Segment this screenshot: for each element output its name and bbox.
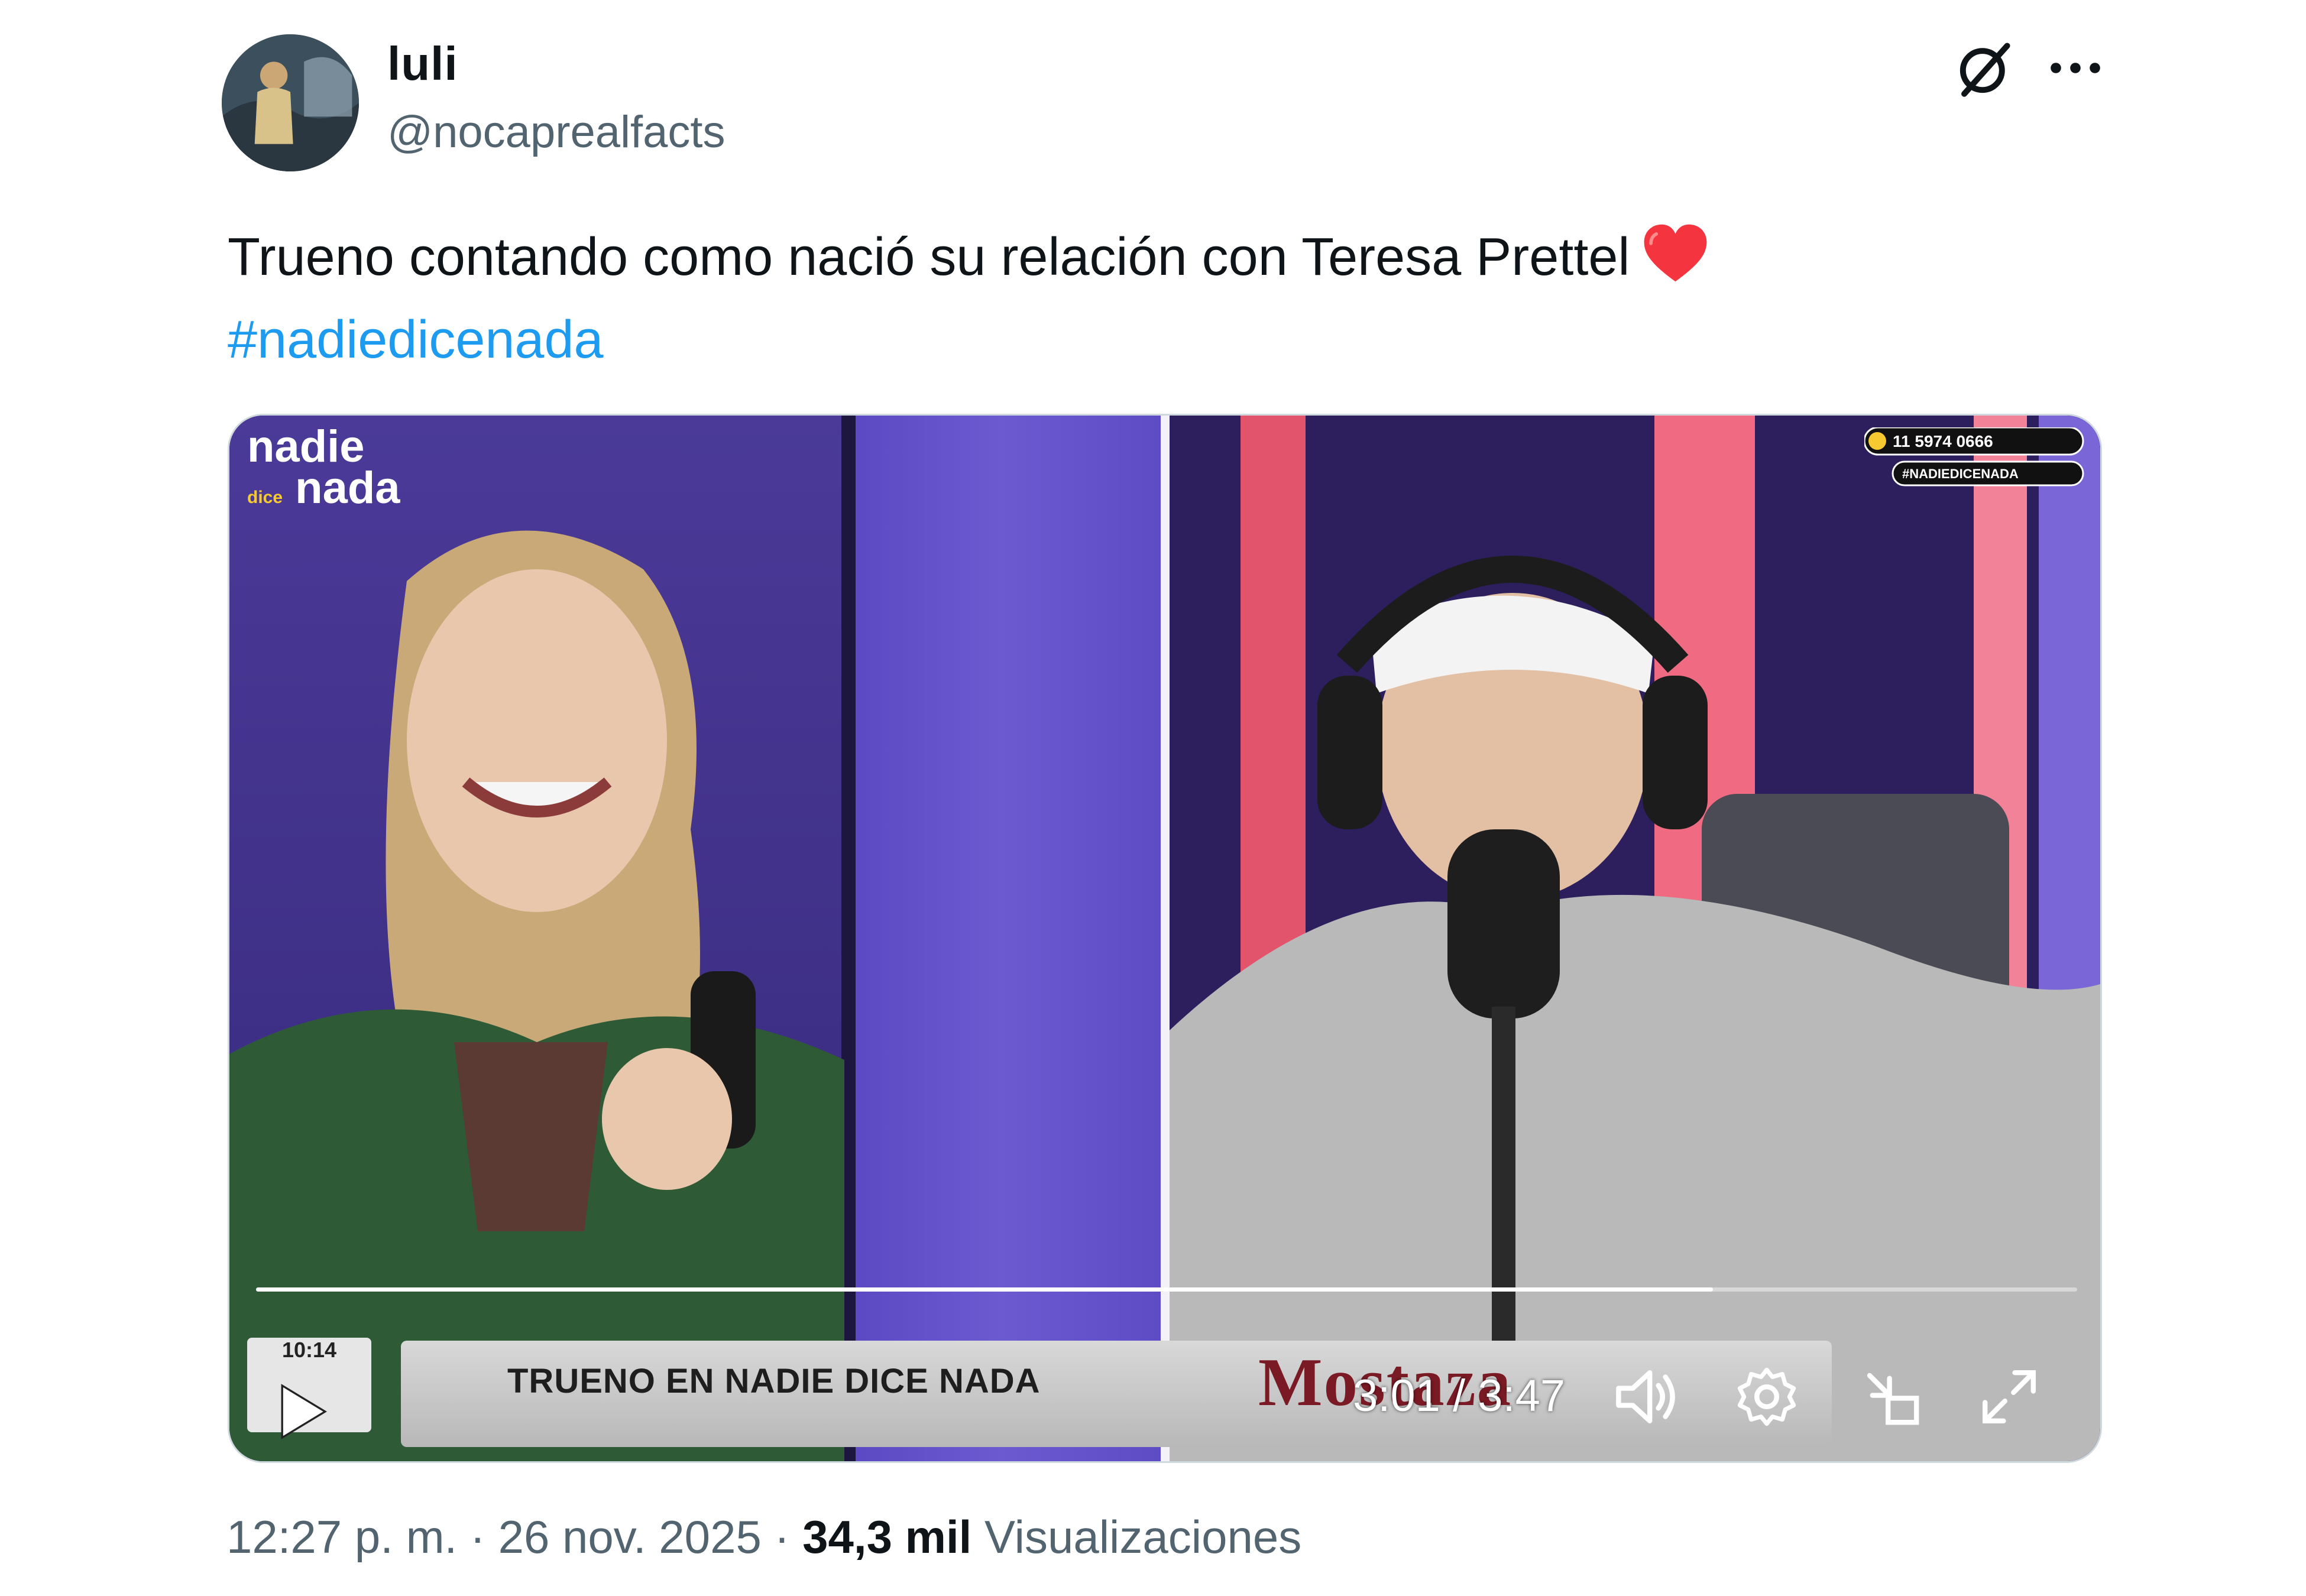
tweet-card: luli @nocaprealfacts Trueno contando com…	[0, 0, 2306, 1596]
red-heart-icon	[1644, 224, 1707, 282]
tweet-meta: 12:27 p. m. · 26 nov. 2025 · 34,3 mil Vi…	[226, 1510, 1301, 1564]
avatar-photo	[222, 34, 359, 171]
time-display: 3:01 / 3:47	[1353, 1371, 1566, 1421]
play-icon	[281, 1384, 327, 1439]
live-badge-tag: #NADIEDICENADA	[1902, 466, 2019, 481]
meta-separator: ·	[761, 1511, 803, 1563]
fullscreen-icon[interactable]	[1974, 1361, 2045, 1432]
settings-icon[interactable]	[1731, 1361, 1802, 1432]
live-phone-badge: 11 5974 0666 #NADIEDICENADA	[1864, 427, 2084, 486]
tweet-body: Trueno contando como nació su relación c…	[228, 228, 1630, 287]
meta-separator: ·	[457, 1511, 498, 1563]
video-left-panel: nadie dice nada	[229, 416, 1161, 1461]
purple-wall	[841, 416, 1161, 1461]
progress-bar[interactable]	[256, 1287, 2077, 1292]
play-button[interactable]	[253, 1367, 348, 1456]
volume-icon[interactable]	[1610, 1361, 1681, 1432]
show-logo-line1: nadie	[247, 421, 365, 472]
live-badge-number: 11 5974 0666	[1893, 432, 1993, 450]
tweet-time[interactable]: 12:27 p. m.	[226, 1511, 457, 1563]
more-dots-icon[interactable]	[2043, 35, 2108, 100]
author-handle[interactable]: @nocaprealfacts	[387, 106, 725, 158]
author-display-name[interactable]: luli	[387, 37, 458, 91]
hashtag-link[interactable]: #nadiedicenada	[228, 299, 2120, 381]
grok-slash-icon[interactable]	[1951, 37, 2016, 102]
pip-icon[interactable]	[1855, 1361, 1926, 1432]
show-logo: nadie dice nada	[247, 421, 400, 518]
progress-fill	[256, 1287, 1713, 1292]
author-avatar[interactable]	[222, 34, 359, 171]
show-logo-line2: nada	[295, 463, 400, 513]
show-logo-small: dice	[247, 488, 283, 507]
guest-figure	[229, 530, 844, 1461]
video-player[interactable]: nadie dice nada 11 5974 0666 #NADIEDICEN…	[228, 414, 2102, 1463]
tweet-date[interactable]: 26 nov. 2025	[498, 1511, 762, 1563]
video-right-panel: 11 5974 0666 #NADIEDICENADA	[1170, 416, 2100, 1461]
views-count: 34,3 mil	[802, 1511, 972, 1563]
split-divider	[1161, 416, 1170, 1461]
host-figure	[1170, 556, 2100, 1461]
tweet-text: Trueno contando como nació su relación c…	[228, 216, 2120, 381]
clock-time: 10:14	[281, 1338, 337, 1362]
lower-third-title: TRUENO EN NADIE DICE NADA	[507, 1362, 1041, 1400]
views-label: Visualizaciones	[984, 1511, 1302, 1563]
